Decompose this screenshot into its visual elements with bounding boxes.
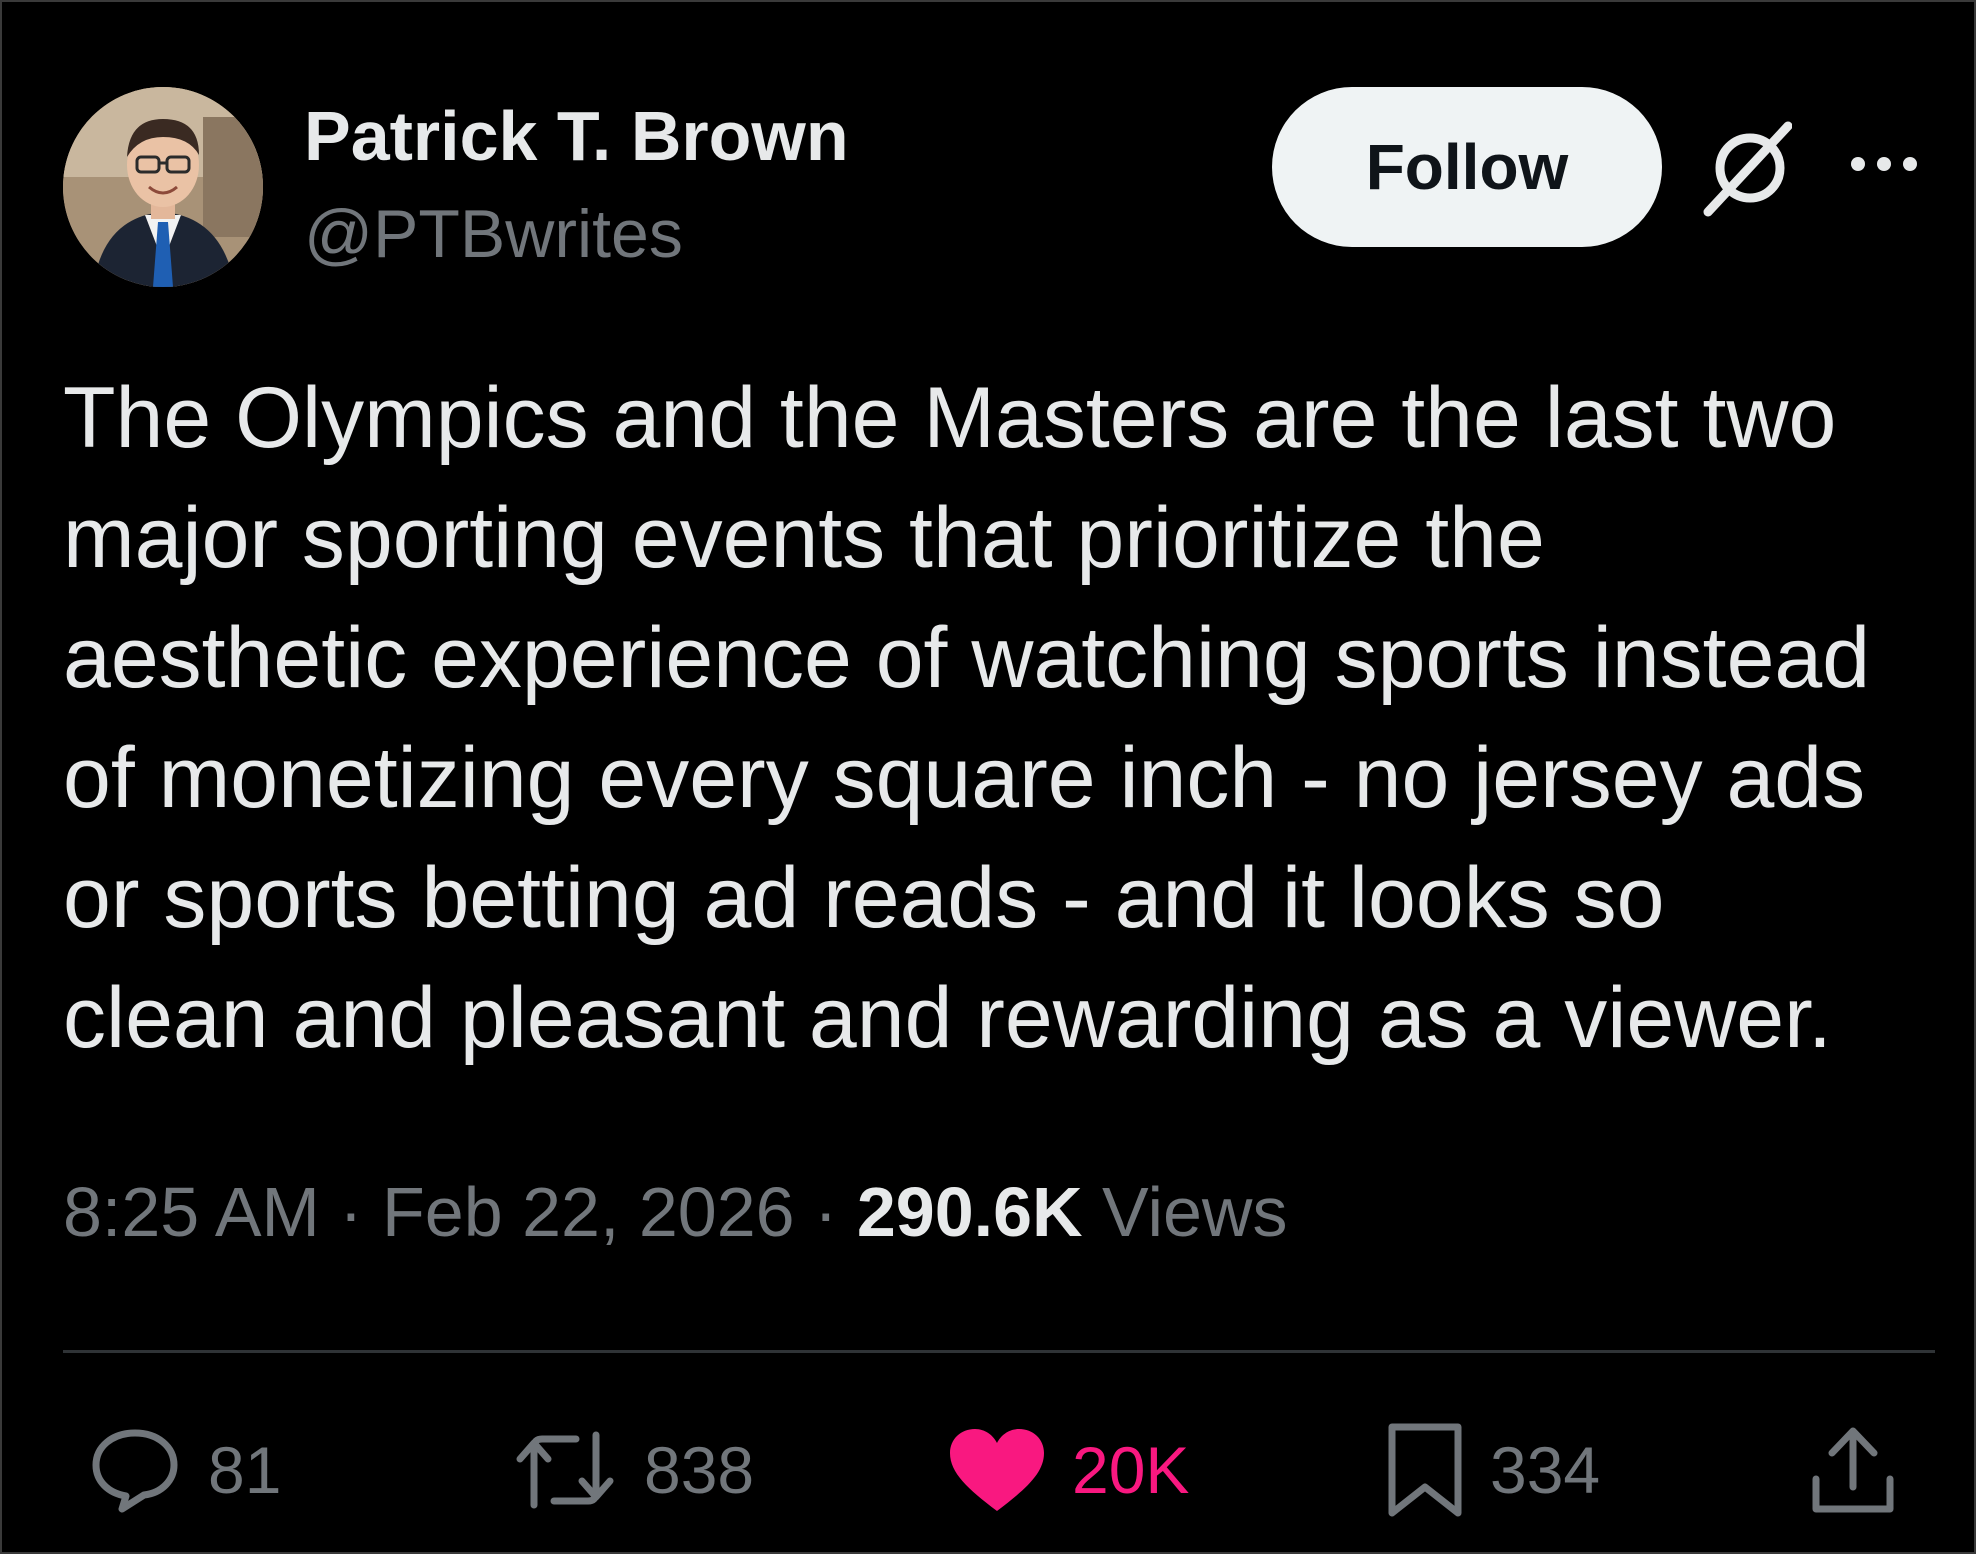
tweet-time[interactable]: 8:25 AM xyxy=(63,1173,320,1251)
tweet-meta: 8:25 AM · Feb 22, 2026 · 290.6K Views xyxy=(63,1170,1287,1254)
avatar[interactable] xyxy=(63,87,263,287)
reply-icon xyxy=(92,1429,178,1513)
tweet-text-line: The Olympics and the Masters are the las… xyxy=(63,370,1837,466)
tweet-text-line: major sporting events that prioritize th… xyxy=(63,490,1545,586)
follow-button[interactable]: Follow xyxy=(1272,87,1662,247)
tweet-text-line: clean and pleasant and rewarding as a vi… xyxy=(63,970,1832,1066)
avatar-photo xyxy=(63,87,263,287)
bookmark-count: 334 xyxy=(1490,1433,1601,1507)
like-count: 20K xyxy=(1072,1433,1190,1507)
tweet-text: The Olympics and the Masters are the las… xyxy=(63,358,1943,1078)
repost-icon xyxy=(516,1431,614,1509)
repost-count: 838 xyxy=(644,1433,755,1507)
divider xyxy=(63,1350,1935,1353)
tweet-text-line: or sports betting ad reads - and it look… xyxy=(63,850,1665,946)
like-button[interactable]: 20K xyxy=(948,1420,1189,1520)
views-label: Views xyxy=(1102,1173,1288,1251)
tweet-text-line: aesthetic experience of watching sports … xyxy=(63,610,1871,706)
tweet-text-line: of monetizing every square inch - no jer… xyxy=(63,730,1866,826)
bookmark-button[interactable]: 334 xyxy=(1386,1420,1600,1520)
bookmark-icon xyxy=(1388,1423,1462,1517)
author-display-name[interactable]: Patrick T. Brown xyxy=(304,94,849,178)
share-icon xyxy=(1812,1427,1894,1513)
more-icon[interactable] xyxy=(1848,152,1920,176)
meta-separator: · xyxy=(339,1173,363,1251)
reply-count: 81 xyxy=(208,1433,282,1507)
share-button[interactable] xyxy=(1810,1420,1896,1520)
views-count: 290.6K xyxy=(856,1173,1083,1251)
meta-separator: · xyxy=(814,1173,838,1251)
repost-button[interactable]: 838 xyxy=(512,1420,754,1520)
author-handle[interactable]: @PTBwrites xyxy=(304,194,683,274)
tweet-date[interactable]: Feb 22, 2026 xyxy=(382,1173,795,1251)
grok-icon[interactable] xyxy=(1700,120,1792,218)
heart-icon xyxy=(950,1429,1044,1511)
reply-button[interactable]: 81 xyxy=(88,1420,281,1520)
tweet-card: Patrick T. Brown @PTBwrites Follow The O… xyxy=(0,0,1976,1554)
